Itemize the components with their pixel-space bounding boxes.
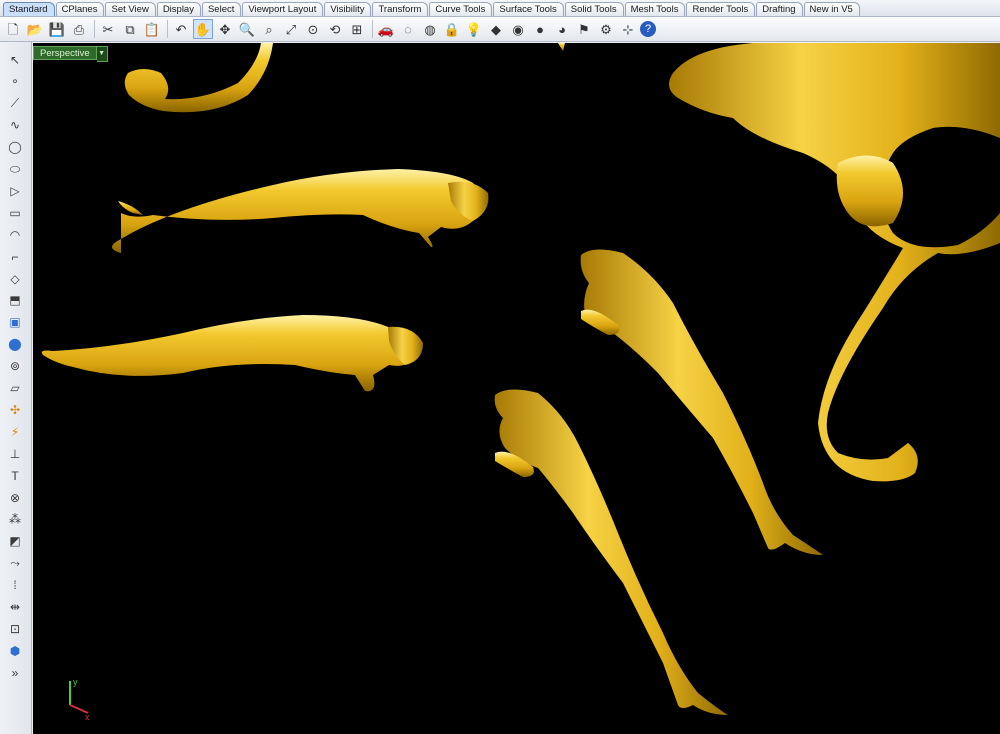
mirror-icon[interactable]: ⇹	[5, 598, 25, 617]
viewport-title[interactable]: Perspective	[33, 46, 97, 60]
rotate-view-icon[interactable]: ⟲	[325, 19, 345, 39]
array-icon[interactable]: ⁞	[5, 576, 25, 595]
extrude-icon[interactable]: ⬒	[5, 291, 25, 310]
sphere-icon[interactable]: ⬤	[5, 335, 25, 354]
options-icon[interactable]: ⚑	[574, 19, 594, 39]
save-icon[interactable]: 💾	[47, 19, 67, 39]
polyline-icon[interactable]: ⟋	[5, 94, 25, 113]
axis-x-label: x	[85, 712, 90, 722]
render-icon[interactable]: ◕	[552, 19, 572, 39]
fillet-icon[interactable]: ⌐	[5, 247, 25, 266]
surface-icon[interactable]: ◇	[5, 269, 25, 288]
partial-tail-top-left	[124, 43, 565, 113]
help-icon[interactable]: ?	[640, 21, 656, 37]
layer-icon[interactable]: ◆	[486, 19, 506, 39]
jaguar-figure-top	[112, 169, 489, 253]
axis-indicator: y x	[69, 677, 90, 722]
rectangle-icon[interactable]: ▭	[5, 203, 25, 222]
tab-new-in-v5[interactable]: New in V5	[803, 2, 860, 16]
toolbar-separator	[167, 20, 168, 38]
arc-icon[interactable]: ◠	[5, 225, 25, 244]
cut-icon[interactable]: ✂	[98, 19, 118, 39]
tab-mesh-tools[interactable]: Mesh Tools	[624, 2, 686, 16]
tab-visibility[interactable]: Visibility	[324, 2, 372, 16]
boolean-icon[interactable]: ⊗	[5, 488, 25, 507]
axis-y-label: y	[73, 677, 78, 687]
lock-icon[interactable]: 🔒	[442, 19, 462, 39]
dimension-icon[interactable]: ⊥	[5, 444, 25, 463]
gumball-icon[interactable]: ✣	[5, 400, 25, 419]
four-viewports-icon[interactable]: ⊞	[347, 19, 367, 39]
zoom-icon[interactable]: 🔍	[237, 19, 257, 39]
grid-snap-icon[interactable]: ⊹	[618, 19, 638, 39]
text-icon[interactable]: T	[5, 466, 25, 485]
scene-render: y x	[41, 43, 1000, 722]
light-icon[interactable]: 💡	[464, 19, 484, 39]
group-icon[interactable]: ◩	[5, 532, 25, 551]
curve-icon[interactable]: ∿	[5, 116, 25, 135]
tab-render-tools[interactable]: Render Tools	[686, 2, 756, 16]
tab-surface-tools[interactable]: Surface Tools	[493, 2, 564, 16]
transform-icon[interactable]: ⊡	[5, 619, 25, 638]
print-icon[interactable]: ⎙	[69, 19, 89, 39]
viewport-title-tab[interactable]: Perspective ▼	[33, 46, 108, 62]
chevron-down-icon[interactable]: ▼	[96, 46, 108, 62]
material-icon[interactable]: ●	[530, 19, 550, 39]
circle-icon[interactable]: ◯	[5, 138, 25, 157]
join-icon[interactable]: ⤳	[5, 554, 25, 573]
tab-select[interactable]: Select	[201, 2, 242, 16]
polygon-icon[interactable]: ▷	[5, 181, 25, 200]
move-icon[interactable]: ✥	[215, 19, 235, 39]
tab-viewport-layout[interactable]: Viewport Layout	[242, 2, 324, 16]
undo-icon[interactable]: ↶	[171, 19, 191, 39]
car-icon[interactable]: 🚗	[376, 19, 396, 39]
more-icon[interactable]: »	[5, 663, 25, 682]
copy-icon[interactable]: ⧉	[120, 19, 140, 39]
tab-display[interactable]: Display	[156, 2, 201, 16]
paste-icon[interactable]: 📋	[142, 19, 162, 39]
open-file-icon[interactable]: 📂	[25, 19, 45, 39]
toolbar-separator	[94, 20, 95, 38]
box-solid-icon[interactable]: ▣	[5, 313, 25, 332]
tab-set-view[interactable]: Set View	[105, 2, 156, 16]
tab-solid-tools[interactable]: Solid Tools	[564, 2, 624, 16]
tab-cplanes[interactable]: CPlanes	[55, 2, 105, 16]
jaguar-figure-middle	[41, 315, 423, 392]
tab-curve-tools[interactable]: Curve Tools	[429, 2, 493, 16]
cylinder-icon[interactable]: ⊚	[5, 357, 25, 376]
analyze-icon[interactable]: ⚡	[5, 422, 25, 441]
gear-icon[interactable]: ⚙	[596, 19, 616, 39]
block-icon[interactable]: ⬢	[5, 641, 25, 660]
left-sidebar-toolbar: ↖ ∘ ⟋ ∿ ◯ ⬭ ▷ ▭ ◠ ⌐ ◇ ⬒ ▣ ⬤ ⊚ ▱ ✣ ⚡ ⊥ T ⊗ ⁂ ◩ ⤳ ⁞ ⇹ ⊡ ⬢ »	[0, 42, 32, 734]
point-icon[interactable]: ∘	[5, 72, 25, 91]
tab-transform[interactable]: Transform	[372, 2, 429, 16]
zoom-window-icon[interactable]: ⌕	[259, 19, 279, 39]
ellipse-icon[interactable]: ⬭	[5, 160, 25, 179]
standard-toolbar: 🗋 📂 💾 ⎙ ✂ ⧉ 📋 ↶ ✋ ✥ 🔍 ⌕ ⤢ ⊙ ⟲ ⊞ 🚗 ◌ ◍ 🔒 💡 ◆ ◉ ● ◕ ⚑ ⚙ ⊹?	[0, 17, 1000, 42]
show-icon[interactable]: ◍	[420, 19, 440, 39]
zoom-selected-icon[interactable]: ⊙	[303, 19, 323, 39]
toolbar-tab-bar: Standard CPlanes Set View Display Select View…	[0, 0, 1000, 17]
plane-icon[interactable]: ▱	[5, 379, 25, 398]
jaguar-figure-right-lower	[494, 389, 728, 715]
jaguar-figure-right-upper	[580, 249, 823, 555]
pan-hand-icon[interactable]: ✋	[193, 19, 213, 39]
tab-standard[interactable]: Standard	[3, 2, 55, 16]
color-icon[interactable]: ◉	[508, 19, 528, 39]
toolbar-separator	[372, 20, 373, 38]
zoom-extents-icon[interactable]: ⤢	[281, 19, 301, 39]
select-arrow-icon[interactable]: ↖	[5, 50, 25, 69]
mesh-icon[interactable]: ⁂	[5, 510, 25, 529]
perspective-viewport[interactable]: y x	[33, 43, 1000, 734]
hide-icon[interactable]: ◌	[398, 19, 418, 39]
new-file-icon[interactable]: 🗋	[3, 19, 23, 39]
tab-drafting[interactable]: Drafting	[756, 2, 803, 16]
